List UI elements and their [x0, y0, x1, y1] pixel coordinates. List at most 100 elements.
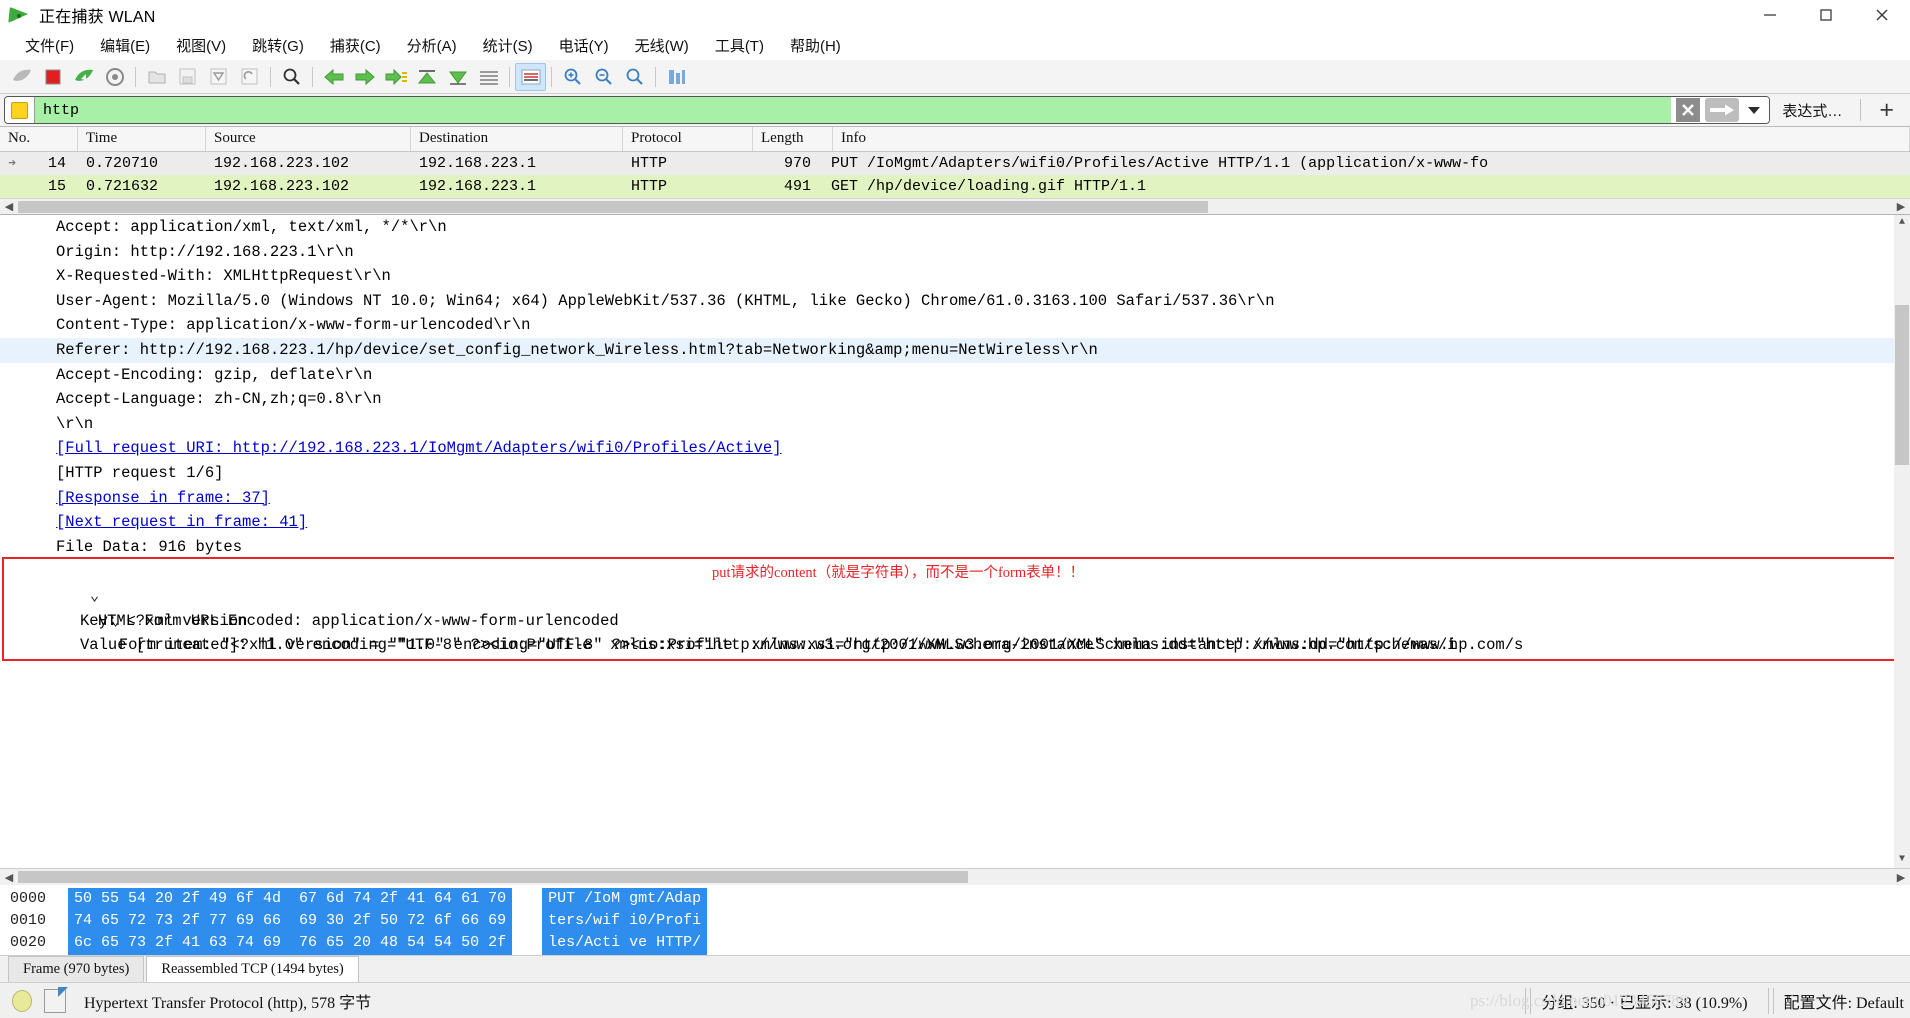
detail-line[interactable]: File Data: 916 bytes: [0, 535, 1910, 560]
detail-line[interactable]: User-Agent: Mozilla/5.0 (Windows NT 10.0…: [0, 289, 1910, 314]
scroll-thumb[interactable]: [1895, 305, 1909, 465]
scroll-track[interactable]: [18, 870, 1892, 884]
detail-line[interactable]: Origin: http://192.168.223.1\r\n: [0, 240, 1910, 265]
packet-list-hscrollbar[interactable]: ◀ ▶: [0, 198, 1910, 214]
maximize-icon[interactable]: [1798, 0, 1854, 30]
go-back-icon[interactable]: [318, 63, 349, 91]
column-header-time[interactable]: Time: [78, 127, 206, 151]
column-header-length[interactable]: Length: [753, 127, 833, 151]
autoscroll-icon[interactable]: [473, 63, 504, 91]
go-to-packet-icon[interactable]: [380, 63, 411, 91]
scroll-left-icon[interactable]: ◀: [0, 871, 18, 884]
start-capture-icon[interactable]: [6, 63, 37, 91]
capture-options-icon[interactable]: [99, 63, 130, 91]
apply-filter-icon[interactable]: [1705, 97, 1740, 123]
detail-link-full-uri[interactable]: [Full request URI: http://192.168.223.1/…: [56, 439, 782, 457]
cell-protocol: HTTP: [631, 178, 668, 195]
column-header-info[interactable]: Info: [833, 127, 1910, 151]
menu-statistics[interactable]: 统计(S): [470, 31, 546, 60]
tab-reassembled-tcp[interactable]: Reassembled TCP (1494 bytes): [146, 956, 359, 982]
add-filter-button[interactable]: +: [1867, 97, 1906, 123]
scroll-right-icon[interactable]: ▶: [1892, 871, 1910, 884]
cell-destination: 192.168.223.1: [419, 178, 537, 195]
scroll-up-icon[interactable]: ▲: [1894, 215, 1910, 231]
menu-capture[interactable]: 捕获(C): [317, 31, 394, 60]
cell-destination: 192.168.223.1: [419, 155, 537, 172]
detail-vscrollbar[interactable]: ▲ ▼: [1894, 215, 1910, 868]
detail-line-form-item[interactable]: ⌄ Form item: "<?xml version" = ""1.0" en…: [0, 584, 1910, 655]
menu-analyze[interactable]: 分析(A): [394, 31, 470, 60]
filter-expression-button[interactable]: 表达式…: [1770, 100, 1854, 121]
filter-input[interactable]: [35, 97, 1672, 123]
menu-view[interactable]: 视图(V): [163, 31, 239, 60]
resize-columns-icon[interactable]: [661, 63, 692, 91]
detail-line[interactable]: Accept-Language: zh-CN,zh;q=0.8\r\n: [0, 387, 1910, 412]
detail-link-response-frame[interactable]: [Response in frame: 37]: [56, 489, 270, 507]
hex-dump-pane[interactable]: 0000 0010 0020 50 55 54 20 2f 49 6f 4d 6…: [0, 885, 1910, 955]
packet-list-pane: No. Time Source Destination Protocol Len…: [0, 127, 1910, 215]
detail-line[interactable]: \r\n: [0, 412, 1910, 437]
close-file-icon[interactable]: [203, 63, 234, 91]
wireshark-fin-icon: [8, 4, 30, 26]
hex-bytes[interactable]: 50 55 54 20 2f 49 6f 4d 67 6d 74 2f 41 6…: [68, 888, 513, 955]
clear-filter-icon[interactable]: [1671, 97, 1706, 123]
close-icon[interactable]: [1854, 0, 1910, 30]
menu-wireless[interactable]: 无线(W): [622, 31, 702, 60]
menu-file[interactable]: 文件(F): [12, 31, 87, 60]
detail-line[interactable]: X-Requested-With: XMLHttpRequest\r\n: [0, 264, 1910, 289]
menu-edit[interactable]: 编辑(E): [87, 31, 163, 60]
detail-line-value[interactable]: Value [truncated]: "1.0" encoding="UTF-8…: [0, 633, 1910, 658]
detail-hscrollbar[interactable]: ◀ ▶: [0, 868, 1910, 885]
scroll-left-icon[interactable]: ◀: [0, 200, 18, 213]
zoom-in-icon[interactable]: [557, 63, 588, 91]
detail-line[interactable]: Accept-Encoding: gzip, deflate\r\n: [0, 363, 1910, 388]
capture-comment-icon[interactable]: [44, 986, 68, 1013]
column-header-destination[interactable]: Destination: [411, 127, 623, 151]
menu-go[interactable]: 跳转(G): [239, 31, 317, 60]
bookmark-icon[interactable]: [5, 97, 35, 123]
detail-link-next-request-frame[interactable]: [Next request in frame: 41]: [56, 513, 307, 531]
detail-line[interactable]: [HTTP request 1/6]: [0, 461, 1910, 486]
stop-capture-icon[interactable]: [37, 63, 68, 91]
table-row[interactable]: 15 0.721632 192.168.223.102 192.168.223.…: [0, 175, 1910, 198]
menu-tools[interactable]: 工具(T): [702, 31, 777, 60]
status-right-group: 分组: 350 · 已显示: 38 (10.9%) 配置文件: Default: [1515, 983, 1910, 1018]
chevron-down-icon[interactable]: [1739, 97, 1770, 123]
column-header-source[interactable]: Source: [206, 127, 411, 151]
menu-help[interactable]: 帮助(H): [777, 31, 854, 60]
colorize-icon[interactable]: [515, 62, 546, 91]
scroll-track[interactable]: [18, 199, 1892, 214]
go-first-icon[interactable]: [411, 63, 442, 91]
restart-capture-icon[interactable]: [68, 63, 99, 91]
menu-telephony[interactable]: 电话(Y): [546, 31, 622, 60]
column-header-protocol[interactable]: Protocol: [623, 127, 753, 151]
reload-file-icon[interactable]: [234, 63, 265, 91]
zoom-out-icon[interactable]: [588, 63, 619, 91]
detail-line-selected[interactable]: Referer: http://192.168.223.1/hp/device/…: [0, 337, 1910, 363]
column-header-no[interactable]: No.: [0, 127, 78, 151]
open-file-icon[interactable]: [141, 63, 172, 91]
minimize-icon[interactable]: [1742, 0, 1798, 30]
scroll-thumb[interactable]: [18, 200, 1208, 213]
chevron-down-icon[interactable]: ⌄: [90, 587, 99, 605]
go-last-icon[interactable]: [442, 63, 473, 91]
status-left-text: Hypertext Transfer Protocol (http), 578 …: [84, 994, 372, 1012]
scroll-down-icon[interactable]: ▼: [1894, 852, 1910, 868]
scroll-right-icon[interactable]: ▶: [1892, 200, 1910, 213]
go-forward-icon[interactable]: [349, 63, 380, 91]
toolbar-separator-2: [270, 66, 271, 87]
cell-info: GET /hp/device/loading.gif HTTP/1.1: [831, 178, 1147, 195]
detail-line[interactable]: Content-Type: application/x-www-form-url…: [0, 313, 1910, 338]
tab-frame[interactable]: Frame (970 bytes): [8, 956, 145, 982]
scroll-thumb[interactable]: [18, 871, 968, 883]
zoom-reset-icon[interactable]: [619, 63, 650, 91]
hex-ascii[interactable]: PUT /IoM gmt/Adap ters/wif i0/Profi les/…: [542, 888, 708, 955]
table-row[interactable]: ➜ 14 0.720710 192.168.223.102 192.168.22…: [0, 152, 1910, 175]
display-filter-bar: 表达式… +: [0, 94, 1910, 127]
cell-time: 0.720710: [86, 155, 159, 172]
expert-info-icon[interactable]: [12, 989, 32, 1012]
find-packet-icon[interactable]: [276, 63, 307, 91]
detail-line[interactable]: Accept: application/xml, text/xml, */*\r…: [0, 215, 1910, 240]
save-file-icon[interactable]: [172, 63, 203, 91]
hex-ascii-row: ters/wif i0/Profi: [548, 912, 702, 929]
